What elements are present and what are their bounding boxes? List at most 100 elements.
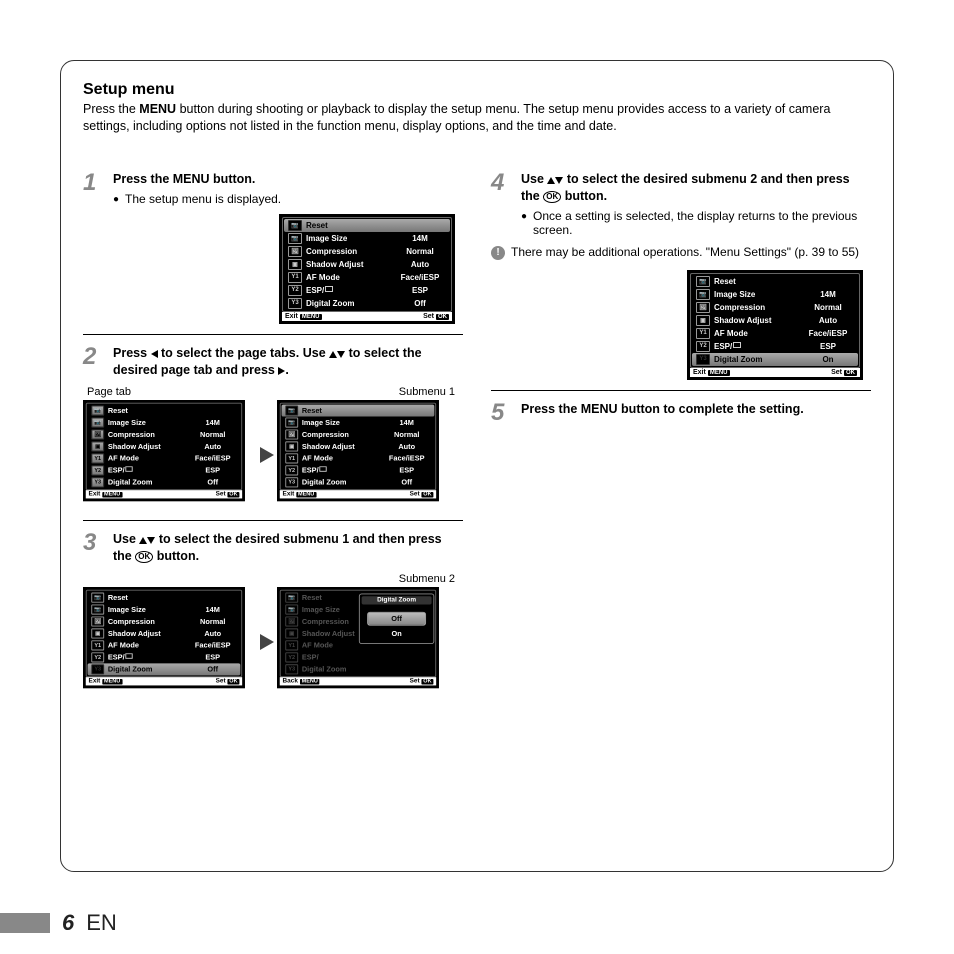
step-2-num: 2 — [83, 345, 105, 379]
r: Reset — [108, 594, 189, 602]
step-4-num: 4 — [491, 171, 513, 237]
menu-key-icon: MENU — [296, 492, 316, 498]
popup-opt-off: Off — [367, 612, 426, 626]
v: Face/iESP — [189, 641, 237, 649]
v: Off — [394, 299, 446, 308]
v: Face/iESP — [189, 455, 237, 463]
menu-key-icon: MENU — [708, 370, 730, 376]
monitor-icon: ▣ — [288, 259, 302, 270]
v: 14M — [802, 290, 854, 299]
f: Exit — [285, 313, 298, 320]
cam-footer: ExitMENUSetOK — [282, 312, 452, 321]
s4a: Use — [521, 172, 547, 186]
step-3-num: 3 — [83, 531, 105, 565]
f: Set — [216, 491, 226, 497]
step-2: 2 Press to select the page tabs. Use to … — [83, 345, 463, 379]
f: Set — [216, 678, 226, 684]
ok-key-icon: OK — [421, 492, 433, 498]
camera-icon: 📷 — [285, 406, 298, 416]
v: ESP — [383, 467, 431, 475]
up-arrow-icon — [329, 351, 337, 358]
arrow-right-icon — [259, 443, 277, 467]
ok-key-icon: OK — [227, 492, 239, 498]
cam-step3-right: 📷Reset 📷Image Size 🖼Compression ▣Shadow … — [277, 587, 439, 688]
r: AF Mode — [302, 455, 383, 463]
r: AF Mode — [108, 455, 189, 463]
step-4: 4 Use to select the desired submenu 2 an… — [491, 171, 871, 237]
camera-icon: 📷 — [288, 233, 302, 244]
tool-icon: Y2 — [288, 285, 302, 296]
camera-icon: 📷 — [285, 605, 298, 615]
camera-icon: 📷 — [285, 418, 298, 428]
tool-icon: Y1 — [91, 454, 104, 464]
s3c: button. — [153, 549, 199, 563]
v: Off — [189, 665, 237, 673]
camera-icon: 📷 — [285, 593, 298, 603]
step-1-num: 1 — [83, 171, 105, 324]
s3a: Use — [113, 532, 139, 546]
play-icon: 🖼 — [288, 246, 302, 257]
s1c: button. — [210, 172, 256, 186]
ok-icon: OK — [543, 191, 561, 203]
tool-icon: Y2 — [285, 652, 298, 662]
step-4-bullet: ●Once a setting is selected, the display… — [521, 209, 871, 237]
r: Shadow Adjust — [108, 629, 189, 637]
separator — [491, 390, 871, 391]
step-5: 5 Press the MENU button to complete the … — [491, 401, 871, 425]
r: Compression — [714, 303, 802, 312]
rl: ESP/ — [108, 653, 125, 661]
menu-key-icon: MENU — [102, 679, 122, 685]
tool-icon: Y3 — [285, 478, 298, 488]
r: Digital Zoom — [302, 665, 431, 673]
v: Auto — [189, 443, 237, 451]
f: Set — [831, 369, 842, 376]
step-3-head: Use to select the desired submenu 1 and … — [113, 531, 463, 565]
monitor-icon: ▣ — [285, 629, 298, 639]
r: ESP/ — [302, 653, 431, 661]
r: Image Size — [108, 419, 189, 427]
r: Compression — [108, 431, 189, 439]
rl: ESP/ — [306, 286, 324, 295]
step-4-head: Use to select the desired submenu 2 and … — [521, 171, 871, 205]
v: Off — [383, 479, 431, 487]
cam-footer: ExitMENUSetOK — [690, 368, 860, 377]
r: ESP/ — [108, 467, 189, 475]
s1b: MENU — [173, 172, 210, 186]
arrow-right-icon — [259, 630, 277, 654]
anno-submenu1: Submenu 1 — [399, 386, 455, 398]
cam-footer: BackMENUSetOK — [280, 677, 436, 685]
camera-icon: 📷 — [696, 289, 710, 300]
r: Image Size — [306, 234, 394, 243]
step-3-cams: 📷Reset 📷Image Size14M 🖼CompressionNormal… — [83, 587, 463, 697]
monitor-icon: ▣ — [696, 315, 710, 326]
tool-icon: Y2 — [696, 341, 710, 352]
up-arrow-icon — [547, 177, 555, 184]
cam-step4: 📷Reset 📷Image Size14M 🖼CompressionNormal… — [687, 270, 863, 380]
s5a: Press the — [521, 402, 581, 416]
r: Reset — [306, 221, 394, 230]
monitor-icon: ▣ — [91, 442, 104, 452]
left-arrow-icon — [151, 350, 158, 358]
tool-icon: Y1 — [91, 640, 104, 650]
r: ESP/ — [306, 286, 394, 295]
s2a: Press — [113, 346, 151, 360]
r: ESP/ — [714, 342, 802, 351]
separator — [83, 334, 463, 335]
cam-step1: 📷Reset 📷Image Size14M 🖼CompressionNormal… — [279, 214, 455, 324]
intro-text: Press the MENU button during shooting or… — [83, 101, 871, 135]
footer-bar — [0, 913, 50, 933]
f: Set — [410, 491, 420, 497]
popup-title: Digital Zoom — [362, 596, 432, 604]
tool-icon: Y1 — [285, 454, 298, 464]
note-icon: ! — [491, 246, 505, 260]
rl: ESP/ — [108, 467, 125, 475]
r: Image Size — [108, 606, 189, 614]
v: Auto — [394, 260, 446, 269]
step-2-anno: Page tab Submenu 1 — [83, 386, 463, 398]
ok-key-icon: OK — [227, 679, 239, 685]
rl: ESP/ — [714, 342, 732, 351]
metering-icon — [126, 653, 133, 659]
r: Image Size — [714, 290, 802, 299]
tool-icon: Y1 — [285, 640, 298, 650]
step-2-head: Press to select the page tabs. Use to se… — [113, 345, 463, 379]
